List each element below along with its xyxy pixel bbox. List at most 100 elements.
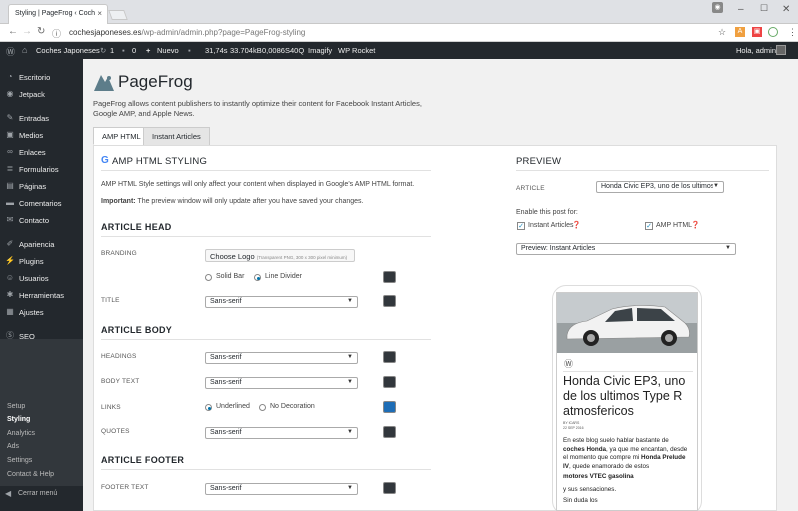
bookmark-star-icon[interactable]: ☆: [718, 27, 726, 38]
headings-color-swatch[interactable]: [383, 351, 396, 363]
extension-icon[interactable]: A: [735, 27, 745, 37]
amp-html-checkbox[interactable]: ✓: [645, 222, 653, 230]
important-label: Important:: [101, 198, 136, 205]
tab-amp-html[interactable]: AMP HTML: [93, 127, 150, 145]
footer-color-swatch[interactable]: [383, 482, 396, 494]
sidebar-item-p-ginas[interactable]: ▤ Páginas: [0, 178, 83, 195]
stat-time[interactable]: 31,74s: [205, 46, 228, 55]
sidebar-item-herramientas[interactable]: ✱ Herramientas: [0, 287, 83, 304]
sidebar-item-enlaces[interactable]: ∞ Enlaces: [0, 144, 83, 161]
extension-green-icon[interactable]: [768, 27, 778, 37]
tab-instant-articles[interactable]: Instant Articles: [143, 127, 210, 145]
home-icon[interactable]: ⌂: [22, 45, 27, 55]
submenu-item-setup[interactable]: Setup: [0, 403, 83, 416]
collapse-menu[interactable]: Cerrar menú: [18, 490, 57, 497]
help-icon[interactable]: ❓: [691, 221, 700, 229]
browser-menu-icon[interactable]: ⋮: [788, 27, 797, 38]
stat-memory[interactable]: 33.704kB: [230, 46, 262, 55]
plus-icon[interactable]: +: [146, 46, 150, 55]
headings-font-select[interactable]: Sans-serif ▼: [205, 352, 358, 364]
submenu-item-styling[interactable]: Styling: [0, 416, 83, 429]
minimize-icon[interactable]: –: [738, 4, 744, 15]
stat-db-time[interactable]: 0,0086S: [262, 46, 290, 55]
article-head-heading: ARTICLE HEAD: [101, 222, 172, 232]
title-font-select[interactable]: Sans-serif ▼: [205, 296, 358, 308]
updates-count[interactable]: 1: [110, 46, 114, 55]
extension-red-icon[interactable]: ▣: [752, 27, 762, 37]
reload-icon[interactable]: ↻: [37, 26, 45, 37]
url-host: cochesjaponeses.es: [69, 28, 142, 37]
url-field[interactable]: cochesjaponeses.es/wp-admin/admin.php?pa…: [65, 26, 715, 40]
help-icon[interactable]: ❓: [572, 221, 581, 229]
solid-bar-label: Solid Bar: [216, 273, 245, 280]
forward-icon[interactable]: →: [22, 26, 32, 37]
site-name-link[interactable]: Coches Japoneses: [36, 46, 100, 55]
underlined-radio[interactable]: [205, 404, 212, 411]
branding-color-swatch[interactable]: [383, 271, 396, 283]
title-label: TITLE: [101, 297, 120, 304]
line-divider-radio[interactable]: [254, 274, 261, 281]
solid-bar-radio[interactable]: [205, 274, 212, 281]
choose-logo-button[interactable]: Choose Logo (Transparent PNG, 300 x 300 …: [205, 249, 355, 262]
comments-count[interactable]: 0: [132, 46, 136, 55]
sidebar-item-label: Entradas: [19, 114, 50, 123]
comments-icon[interactable]: ▪: [122, 46, 125, 55]
submenu-item-ads[interactable]: Ads: [0, 443, 83, 456]
close-tab-icon[interactable]: ×: [97, 9, 102, 18]
maximize-icon[interactable]: ☐: [760, 3, 768, 14]
sidebar-item-apariencia[interactable]: ✐ Apariencia: [0, 236, 83, 253]
quotes-color-swatch[interactable]: [383, 426, 396, 438]
account-greeting[interactable]: Hola, admin: [736, 46, 776, 55]
links-color-swatch[interactable]: [383, 401, 396, 413]
collapse-icon[interactable]: ◀: [5, 489, 11, 498]
comments-icon: ▬: [6, 198, 14, 207]
back-icon[interactable]: ←: [8, 26, 18, 37]
footer-font-select[interactable]: Sans-serif ▼: [205, 483, 358, 495]
profile-icon[interactable]: ◉: [712, 2, 723, 13]
headings-label: HEADINGS: [101, 353, 137, 360]
wp-rocket-link[interactable]: WP Rocket: [338, 46, 375, 55]
updates-icon[interactable]: ↻: [100, 46, 106, 55]
plugin-icon: ⚡: [5, 256, 15, 265]
quotes-font-select[interactable]: Sans-serif ▼: [205, 427, 358, 439]
wrench-icon: ✱: [6, 290, 14, 299]
sidebar-item-medios[interactable]: ▣ Medios: [0, 127, 83, 144]
sidebar-item-escritorio[interactable]: ◔ Escritorio: [0, 69, 83, 86]
window-close-icon[interactable]: ✕: [782, 4, 790, 15]
no-decoration-radio[interactable]: [259, 404, 266, 411]
submenu-item-analytics[interactable]: Analytics: [0, 430, 83, 443]
avatar[interactable]: [776, 45, 786, 55]
sidebar-item-ajustes[interactable]: ▦ Ajustes: [0, 304, 83, 321]
body-font-select[interactable]: Sans-serif ▼: [205, 377, 358, 389]
info-icon[interactable]: ⓘ: [52, 27, 61, 40]
divider: [101, 170, 431, 171]
stat-queries[interactable]: 40Q: [290, 46, 304, 55]
instant-articles-checkbox[interactable]: ✓: [517, 222, 525, 230]
car-image: [557, 293, 697, 353]
new-content-link[interactable]: Nuevo: [157, 46, 179, 55]
preview-mode-select[interactable]: Preview: Instant Articles ▼: [516, 243, 736, 255]
wordpress-logo-icon[interactable]: Ⓦ: [6, 45, 15, 58]
phone-screen[interactable]: Ⓦ Honda Civic EP3, uno de los ultimos Ty…: [556, 292, 698, 511]
sidebar-item-label: Enlaces: [19, 148, 46, 157]
body-text-label: BODY TEXT: [101, 378, 140, 385]
imagify-link[interactable]: Imagify: [308, 46, 332, 55]
pages-icon: ▤: [6, 181, 14, 190]
sidebar-item-plugins[interactable]: ⚡ Plugins: [0, 253, 83, 270]
brush-icon: ✐: [6, 239, 14, 248]
browser-tab[interactable]: Styling | PageFrog ‹ Coch ×: [8, 4, 108, 24]
body-color-swatch[interactable]: [383, 376, 396, 388]
article-select[interactable]: Honda Civic EP3, uno de los ultimos ▼: [596, 181, 724, 193]
sidebar-item-usuarios[interactable]: ☺ Usuarios: [0, 270, 83, 287]
sidebar-item-jetpack[interactable]: ◉ Jetpack: [0, 86, 83, 103]
sidebar-item-contacto[interactable]: ✉ Contacto: [0, 212, 83, 229]
sidebar-item-entradas[interactable]: ✎ Entradas: [0, 110, 83, 127]
para-bold: coches Honda: [563, 445, 607, 453]
new-tab-button[interactable]: [108, 10, 128, 20]
submenu-item-contact-help[interactable]: Contact & Help: [0, 471, 83, 484]
important-note: Important: The preview window will only …: [101, 198, 431, 205]
sidebar-item-formularios[interactable]: ≣ Formularios: [0, 161, 83, 178]
sidebar-item-comentarios[interactable]: ▬ Comentarios: [0, 195, 83, 212]
title-color-swatch[interactable]: [383, 295, 396, 307]
submenu-item-settings[interactable]: Settings: [0, 457, 83, 470]
